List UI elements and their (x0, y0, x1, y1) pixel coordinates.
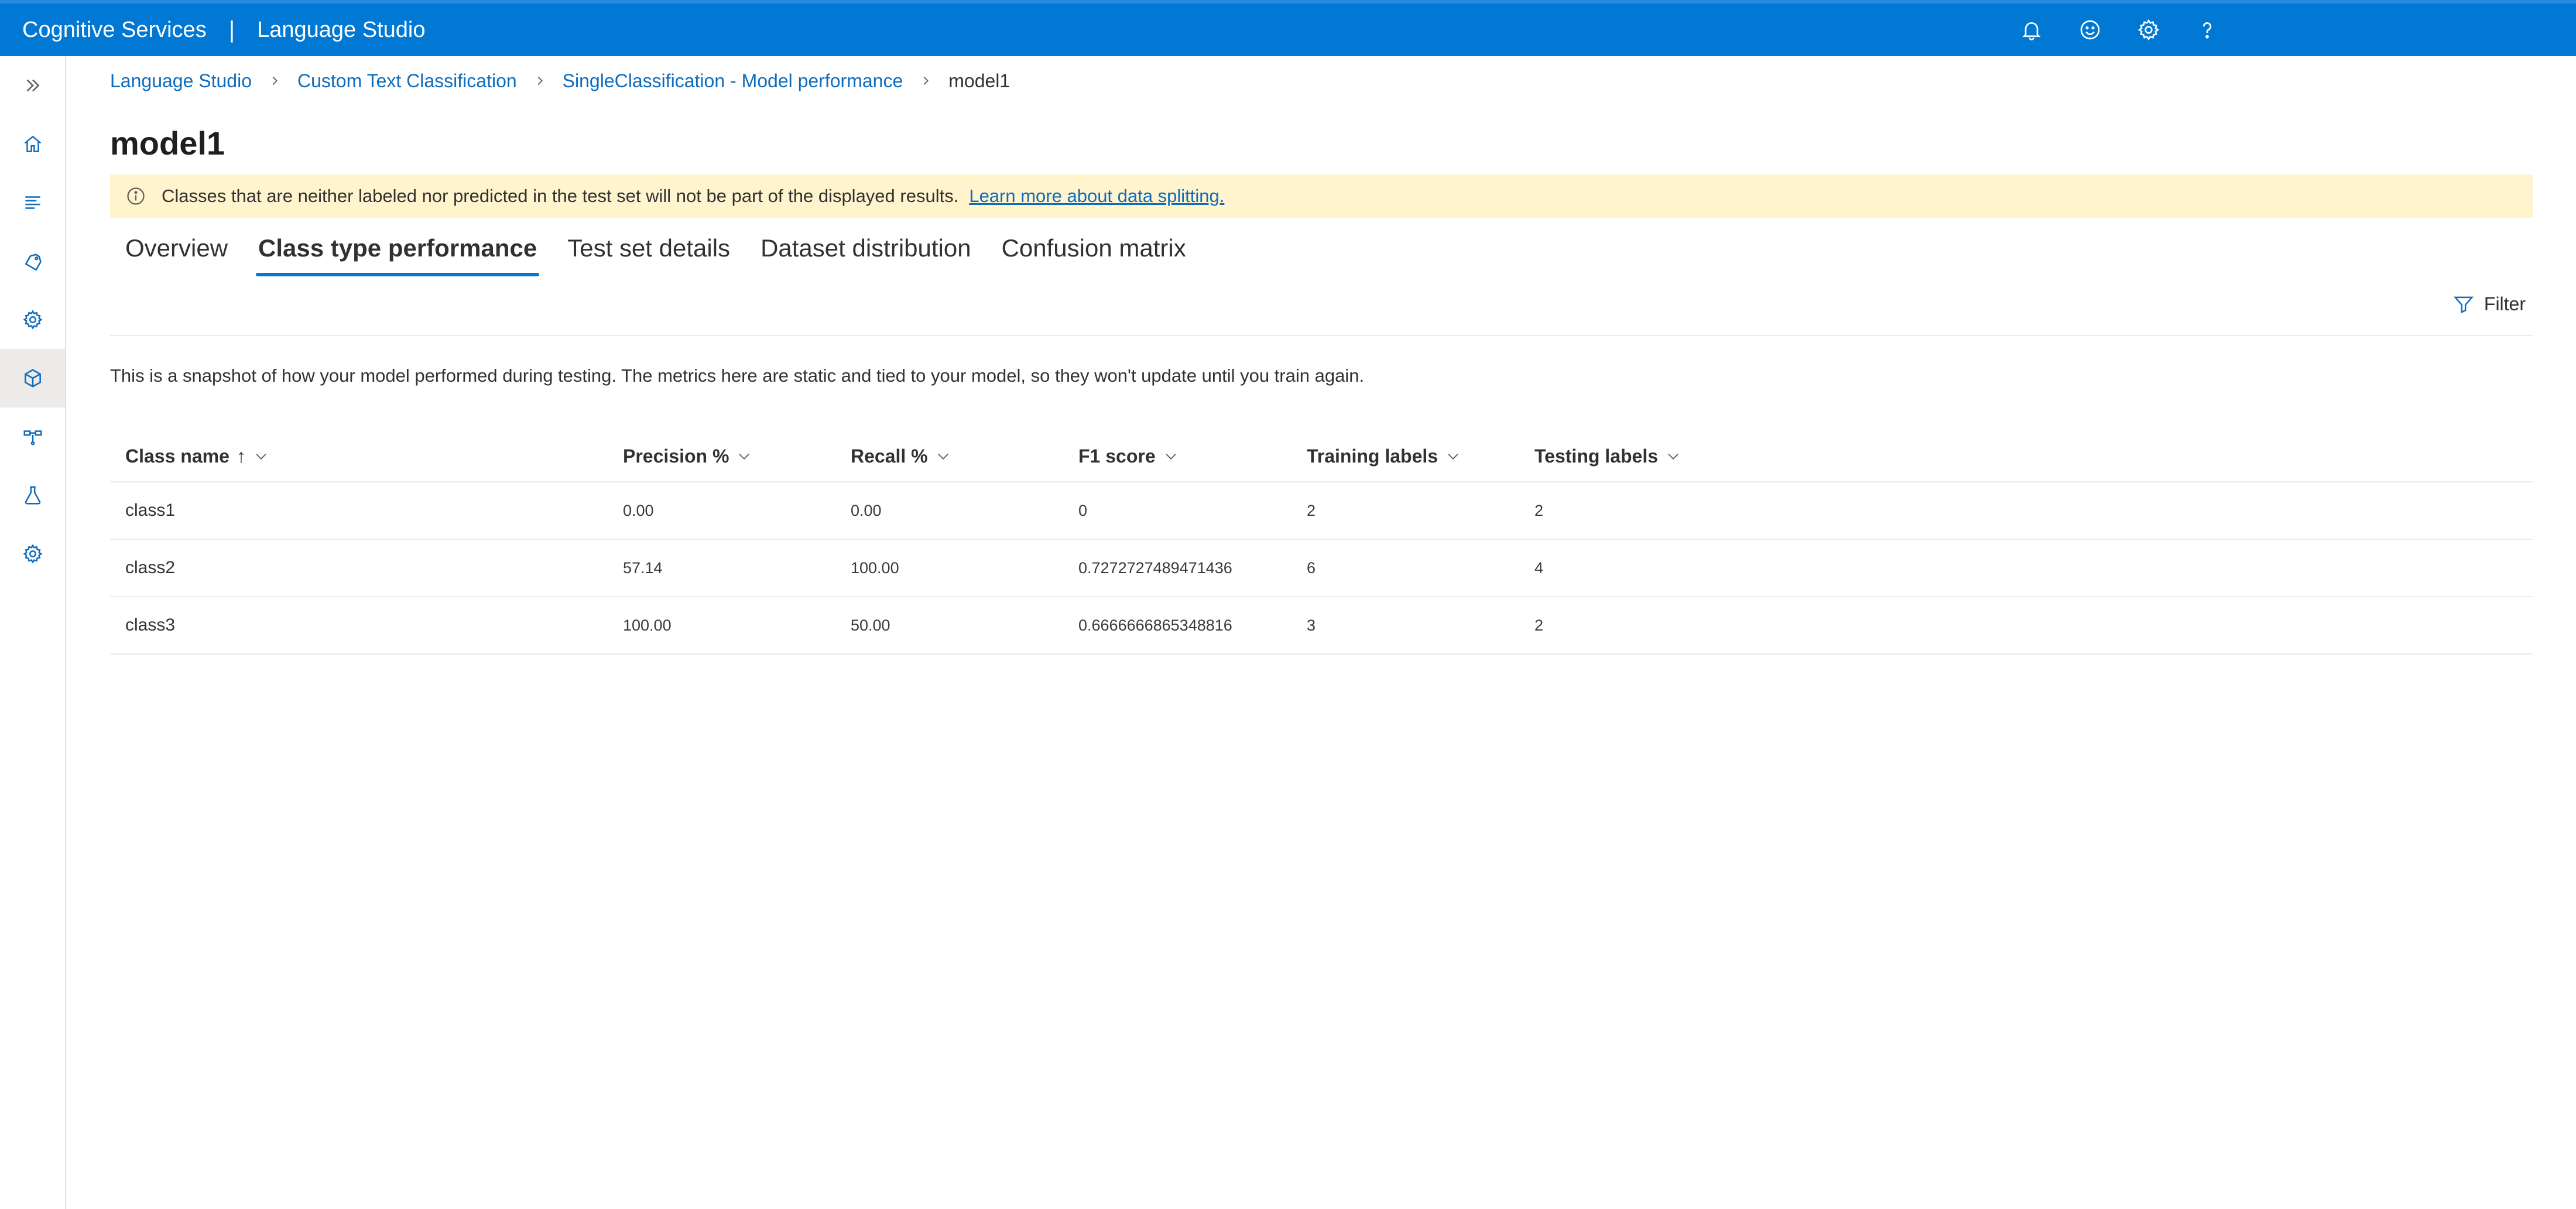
filter-label: Filter (2483, 293, 2526, 314)
filter-icon (2453, 296, 2474, 314)
tab-bar: Overview Class type performance Test set… (110, 230, 1201, 276)
home-icon[interactable] (0, 115, 65, 173)
sort-ascending-icon: ↑ (236, 445, 246, 467)
cell-recall: 50.00 (851, 616, 890, 634)
banner-text: Classes that are neither labeled nor pre… (162, 186, 959, 206)
tab-confusion-matrix[interactable]: Confusion matrix (986, 230, 1201, 276)
cell-f1-score: 0 (1078, 501, 1088, 519)
cell-class-name: class3 (125, 615, 176, 635)
deploy-icon[interactable] (0, 407, 65, 466)
column-header-label: Precision % (623, 445, 729, 467)
chevron-right-icon (272, 76, 278, 85)
cell-recall: 0.00 (851, 501, 882, 519)
column-header-testing-labels[interactable]: Testing labels (1534, 446, 1681, 467)
page-title: model1 (110, 125, 225, 162)
top-bar: Cognitive Services | Language Studio (0, 0, 2576, 56)
chevron-right-icon (923, 76, 929, 85)
column-header-label: Class name (125, 445, 229, 467)
chevron-down-icon (1165, 453, 1176, 460)
breadcrumb-current: model1 (948, 70, 1010, 91)
cell-class-name: class2 (125, 558, 176, 577)
class-performance-table: Class name ↑ Precision % Recall % F1 sco… (110, 431, 2533, 655)
table-row[interactable]: class1 0.00 0.00 0 2 2 (110, 482, 2533, 540)
column-header-f1-score[interactable]: F1 score (1078, 446, 1179, 467)
info-icon (127, 187, 145, 205)
divider (110, 335, 2533, 336)
app-name[interactable]: Language Studio (257, 18, 425, 43)
cell-precision: 0.00 (623, 501, 654, 519)
expand-icon[interactable] (0, 56, 65, 115)
document-icon[interactable] (0, 173, 65, 232)
cell-f1-score: 0.7272727489471436 (1078, 559, 1232, 577)
chevron-down-icon (1668, 453, 1678, 460)
table-row[interactable]: class2 57.14 100.00 0.7272727489471436 6… (110, 540, 2533, 597)
chevron-right-icon (537, 76, 543, 85)
smiley-icon[interactable] (2061, 4, 2119, 56)
breadcrumb: Language Studio Custom Text Classificati… (110, 69, 1010, 93)
model-gear-icon[interactable] (0, 290, 65, 349)
cell-class-name: class1 (125, 501, 176, 520)
column-header-recall[interactable]: Recall % (851, 446, 951, 467)
left-nav (0, 56, 66, 1209)
bell-icon[interactable] (2002, 4, 2061, 56)
column-header-label: Training labels (1307, 445, 1438, 467)
info-banner: Classes that are neither labeled nor pre… (110, 174, 2533, 218)
cell-recall: 100.00 (851, 559, 899, 577)
column-header-precision[interactable]: Precision % (623, 446, 752, 467)
table-header: Class name ↑ Precision % Recall % F1 sco… (110, 431, 2533, 482)
brand: Cognitive Services | Language Studio (22, 17, 425, 43)
breadcrumb-model-performance[interactable]: SingleClassification - Model performance (563, 70, 903, 92)
chevron-down-icon (1448, 453, 1458, 460)
breadcrumb-language-studio[interactable]: Language Studio (110, 70, 252, 92)
column-header-label: Testing labels (1534, 445, 1659, 467)
cell-training-labels: 6 (1307, 559, 1316, 577)
column-header-training-labels[interactable]: Training labels (1307, 446, 1461, 467)
breadcrumb-custom-text-classification[interactable]: Custom Text Classification (297, 70, 517, 92)
column-header-class-name[interactable]: Class name ↑ (125, 446, 269, 467)
learn-more-link[interactable]: Learn more about data splitting. (969, 186, 1224, 207)
tab-dataset-distribution[interactable]: Dataset distribution (745, 230, 986, 276)
table-row[interactable]: class3 100.00 50.00 0.6666666865348816 3… (110, 597, 2533, 655)
chevron-down-icon (256, 453, 266, 460)
column-header-label: Recall % (851, 445, 928, 467)
tab-class-type-performance[interactable]: Class type performance (243, 230, 552, 276)
cell-training-labels: 2 (1307, 501, 1316, 519)
cell-testing-labels: 2 (1534, 501, 1544, 519)
top-icons (2002, 4, 2236, 56)
column-header-label: F1 score (1078, 445, 1156, 467)
flask-icon[interactable] (0, 466, 65, 525)
tag-icon[interactable] (0, 232, 65, 290)
cell-training-labels: 3 (1307, 616, 1316, 634)
filter-button[interactable]: Filter (2452, 293, 2526, 315)
product-name[interactable]: Cognitive Services (22, 18, 207, 43)
chevron-down-icon (739, 453, 750, 460)
help-icon[interactable] (2178, 4, 2236, 56)
settings-icon[interactable] (0, 525, 65, 583)
tab-overview[interactable]: Overview (110, 230, 243, 276)
cell-testing-labels: 2 (1534, 616, 1544, 634)
cell-precision: 57.14 (623, 559, 663, 577)
tab-test-set-details[interactable]: Test set details (552, 230, 745, 276)
cell-f1-score: 0.6666666865348816 (1078, 616, 1232, 634)
cell-precision: 100.00 (623, 616, 672, 634)
brand-separator: | (228, 16, 235, 43)
chevron-down-icon (937, 453, 948, 460)
snapshot-description: This is a snapshot of how your model per… (110, 365, 1365, 386)
gear-icon[interactable] (2119, 4, 2178, 56)
cube-icon[interactable] (0, 349, 65, 407)
cell-testing-labels: 4 (1534, 559, 1544, 577)
